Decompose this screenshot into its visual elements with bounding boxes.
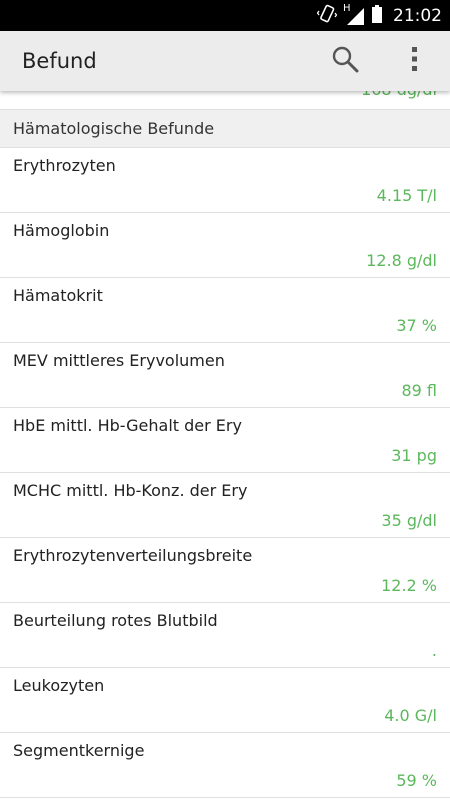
list-item-value: 168 dg/dl	[361, 91, 437, 99]
list-item[interactable]: MEV mittleres Eryvolumen 89 fl	[0, 343, 450, 408]
list-item-value: 31 pg	[391, 446, 437, 465]
list-item-value: 4.15 T/l	[376, 186, 437, 205]
app-bar: Befund	[0, 31, 450, 91]
list-item[interactable]: MCHC mittl. Hb-Konz. der Ery 35 g/dl	[0, 473, 450, 538]
list-item-label: Erythrozytenverteilungsbreite	[13, 546, 253, 565]
status-time: 21:02	[393, 5, 442, 26]
list-item-value: 59 %	[396, 771, 437, 790]
list-item-value: 12.8 g/dl	[366, 251, 437, 270]
vibrate-icon	[316, 4, 338, 28]
list-item-value: 12.2 %	[381, 576, 437, 595]
list-item[interactable]: Leukozyten 4.0 G/l	[0, 668, 450, 733]
list-item-label: MEV mittleres Eryvolumen	[13, 351, 225, 370]
list-item-label: Hämoglobin	[13, 221, 110, 240]
list-item[interactable]: Hämatokrit 37 %	[0, 278, 450, 343]
search-button[interactable]	[321, 31, 369, 91]
list-item-label: Hämatokrit	[13, 286, 103, 305]
battery-icon	[371, 4, 383, 28]
signal-icon: H	[343, 3, 365, 26]
search-icon	[331, 45, 359, 77]
list-item[interactable]: Erythrozyten 4.15 T/l	[0, 148, 450, 213]
page-title: Befund	[22, 49, 97, 73]
status-bar: H 21:02	[0, 0, 450, 31]
list-item-value: .	[431, 641, 437, 660]
status-icons: H 21:02	[316, 0, 442, 31]
list-item-value: 37 %	[396, 316, 437, 335]
overflow-menu-icon	[411, 46, 419, 76]
list-item[interactable]: Erythrozytenverteilungsbreite 12.2 %	[0, 538, 450, 603]
list-item[interactable]: Beurteilung rotes Blutbild .	[0, 603, 450, 668]
list-item-value: 35 g/dl	[381, 511, 437, 530]
list-item-label: MCHC mittl. Hb-Konz. der Ery	[13, 481, 248, 500]
list-item[interactable]: Hämoglobin 12.8 g/dl	[0, 213, 450, 278]
list-item[interactable]: Segmentkernige 59 %	[0, 733, 450, 798]
list-item-label: Leukozyten	[13, 676, 105, 695]
list-item-label: Erythrozyten	[13, 156, 116, 175]
list-item-value: 89 fl	[401, 381, 437, 400]
list-item[interactable]: 168 dg/dl	[0, 91, 450, 110]
list-item-label: Beurteilung rotes Blutbild	[13, 611, 218, 630]
list-item-label: HbE mittl. Hb-Gehalt der Ery	[13, 416, 242, 435]
overflow-menu-button[interactable]	[391, 31, 439, 91]
list-item-value: 4.0 G/l	[384, 706, 437, 725]
section-header: Hämatologische Befunde	[0, 110, 450, 148]
result-list[interactable]: 168 dg/dl Hämatologische Befunde Erythro…	[0, 91, 450, 800]
list-item-label: Segmentkernige	[13, 741, 145, 760]
list-item[interactable]: HbE mittl. Hb-Gehalt der Ery 31 pg	[0, 408, 450, 473]
